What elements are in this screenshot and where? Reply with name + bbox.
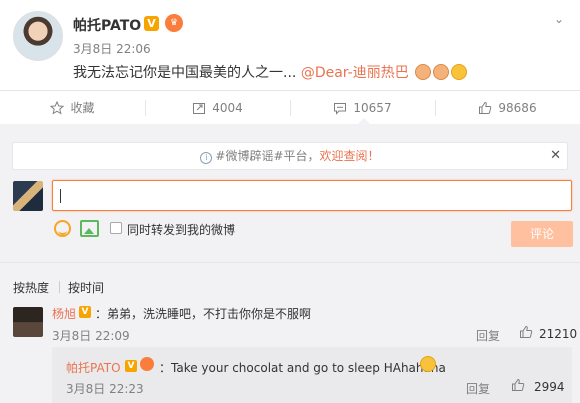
active-tab-pointer bbox=[357, 118, 371, 125]
sort-divider bbox=[59, 281, 60, 293]
submit-comment-button[interactable]: 评论 bbox=[511, 221, 573, 247]
comment-count: 10657 bbox=[353, 100, 392, 115]
reply-author[interactable]: 帕托PATO bbox=[66, 359, 121, 376]
verified-badge-icon: V bbox=[144, 16, 159, 31]
reply-reply-button[interactable]: 回复 bbox=[466, 380, 490, 397]
commenter-avatar[interactable] bbox=[13, 307, 43, 337]
divider bbox=[0, 262, 580, 263]
reply-like-count: 2994 bbox=[534, 380, 565, 394]
clap-emoji-icon bbox=[415, 64, 432, 80]
comment-reply-button[interactable]: 回复 bbox=[476, 327, 500, 344]
sort-by-hot-tab[interactable]: 按热度 bbox=[13, 279, 49, 296]
verified-badge-icon: V bbox=[79, 306, 91, 318]
laugh-emoji-icon bbox=[420, 356, 436, 372]
emoji-picker-icon[interactable] bbox=[54, 220, 71, 237]
thumbs-up-icon[interactable] bbox=[519, 325, 533, 339]
close-icon[interactable]: ✕ bbox=[550, 143, 561, 169]
comment-author[interactable]: 杨旭 bbox=[52, 305, 76, 322]
comment-time: 3月8日 22:09 bbox=[52, 329, 130, 343]
comment-like-count: 21210 bbox=[539, 327, 578, 341]
comment-text: ：弟弟，洗洗睡吧，不打击你你是不服啊 bbox=[95, 307, 312, 321]
repost-checkbox-label[interactable]: 同时转发到我的微博 bbox=[127, 221, 235, 238]
info-icon: i bbox=[200, 152, 213, 164]
mention-link[interactable]: @Dear-迪丽热巴 bbox=[301, 65, 409, 81]
star-icon bbox=[50, 100, 65, 115]
pray-emoji-icon bbox=[433, 64, 450, 80]
post-body: 我无法忘记你是中国最美的人之一... bbox=[73, 65, 301, 81]
action-bar: 收藏 4004 10657 98686 bbox=[0, 90, 580, 124]
notice-hashtag[interactable]: #微博辟谣#平台， bbox=[215, 149, 319, 163]
favorite-button[interactable]: 收藏 bbox=[0, 91, 145, 124]
favorite-label: 收藏 bbox=[70, 101, 95, 115]
repost-checkbox[interactable] bbox=[110, 222, 122, 234]
image-upload-icon[interactable] bbox=[80, 220, 99, 237]
thumbs-up-icon bbox=[479, 101, 492, 114]
thumbs-up-icon[interactable] bbox=[511, 378, 525, 392]
repost-icon bbox=[193, 102, 206, 114]
repost-count: 4004 bbox=[212, 100, 243, 115]
weibo-post: 帕托PATO V ♛ 3月8日 22:06 我无法忘记你是中国最美的人之一...… bbox=[0, 0, 580, 90]
post-text: 我无法忘记你是中国最美的人之一... @Dear-迪丽热巴 bbox=[73, 62, 468, 82]
like-count: 98686 bbox=[498, 100, 537, 115]
sort-by-time-tab[interactable]: 按时间 bbox=[68, 279, 104, 296]
post-time[interactable]: 3月8日 22:06 bbox=[73, 40, 151, 57]
verified-badge-icon: V bbox=[125, 360, 137, 372]
author-avatar[interactable] bbox=[13, 11, 63, 61]
like-button[interactable]: 98686 bbox=[435, 91, 580, 124]
chevron-down-icon[interactable]: ⌄ bbox=[552, 12, 566, 26]
comment-input[interactable] bbox=[52, 180, 572, 211]
post-author[interactable]: 帕托PATO bbox=[73, 15, 141, 35]
current-user-avatar bbox=[13, 181, 43, 211]
reply-text: ：Take your chocolat and go to sleep HAha… bbox=[159, 361, 446, 375]
smile-emoji-icon bbox=[451, 64, 468, 80]
notice-link[interactable]: 欢迎查阅！ bbox=[320, 149, 380, 163]
reply-time: 3月8日 22:23 bbox=[66, 382, 144, 396]
medal-icon bbox=[140, 357, 154, 371]
rumor-notice: i #微博辟谣#平台，欢迎查阅！ ✕ bbox=[12, 142, 568, 170]
comment-icon bbox=[334, 102, 347, 115]
text-caret bbox=[60, 189, 61, 203]
medal-icon: ♛ bbox=[165, 14, 183, 32]
repost-button[interactable]: 4004 bbox=[145, 91, 290, 124]
